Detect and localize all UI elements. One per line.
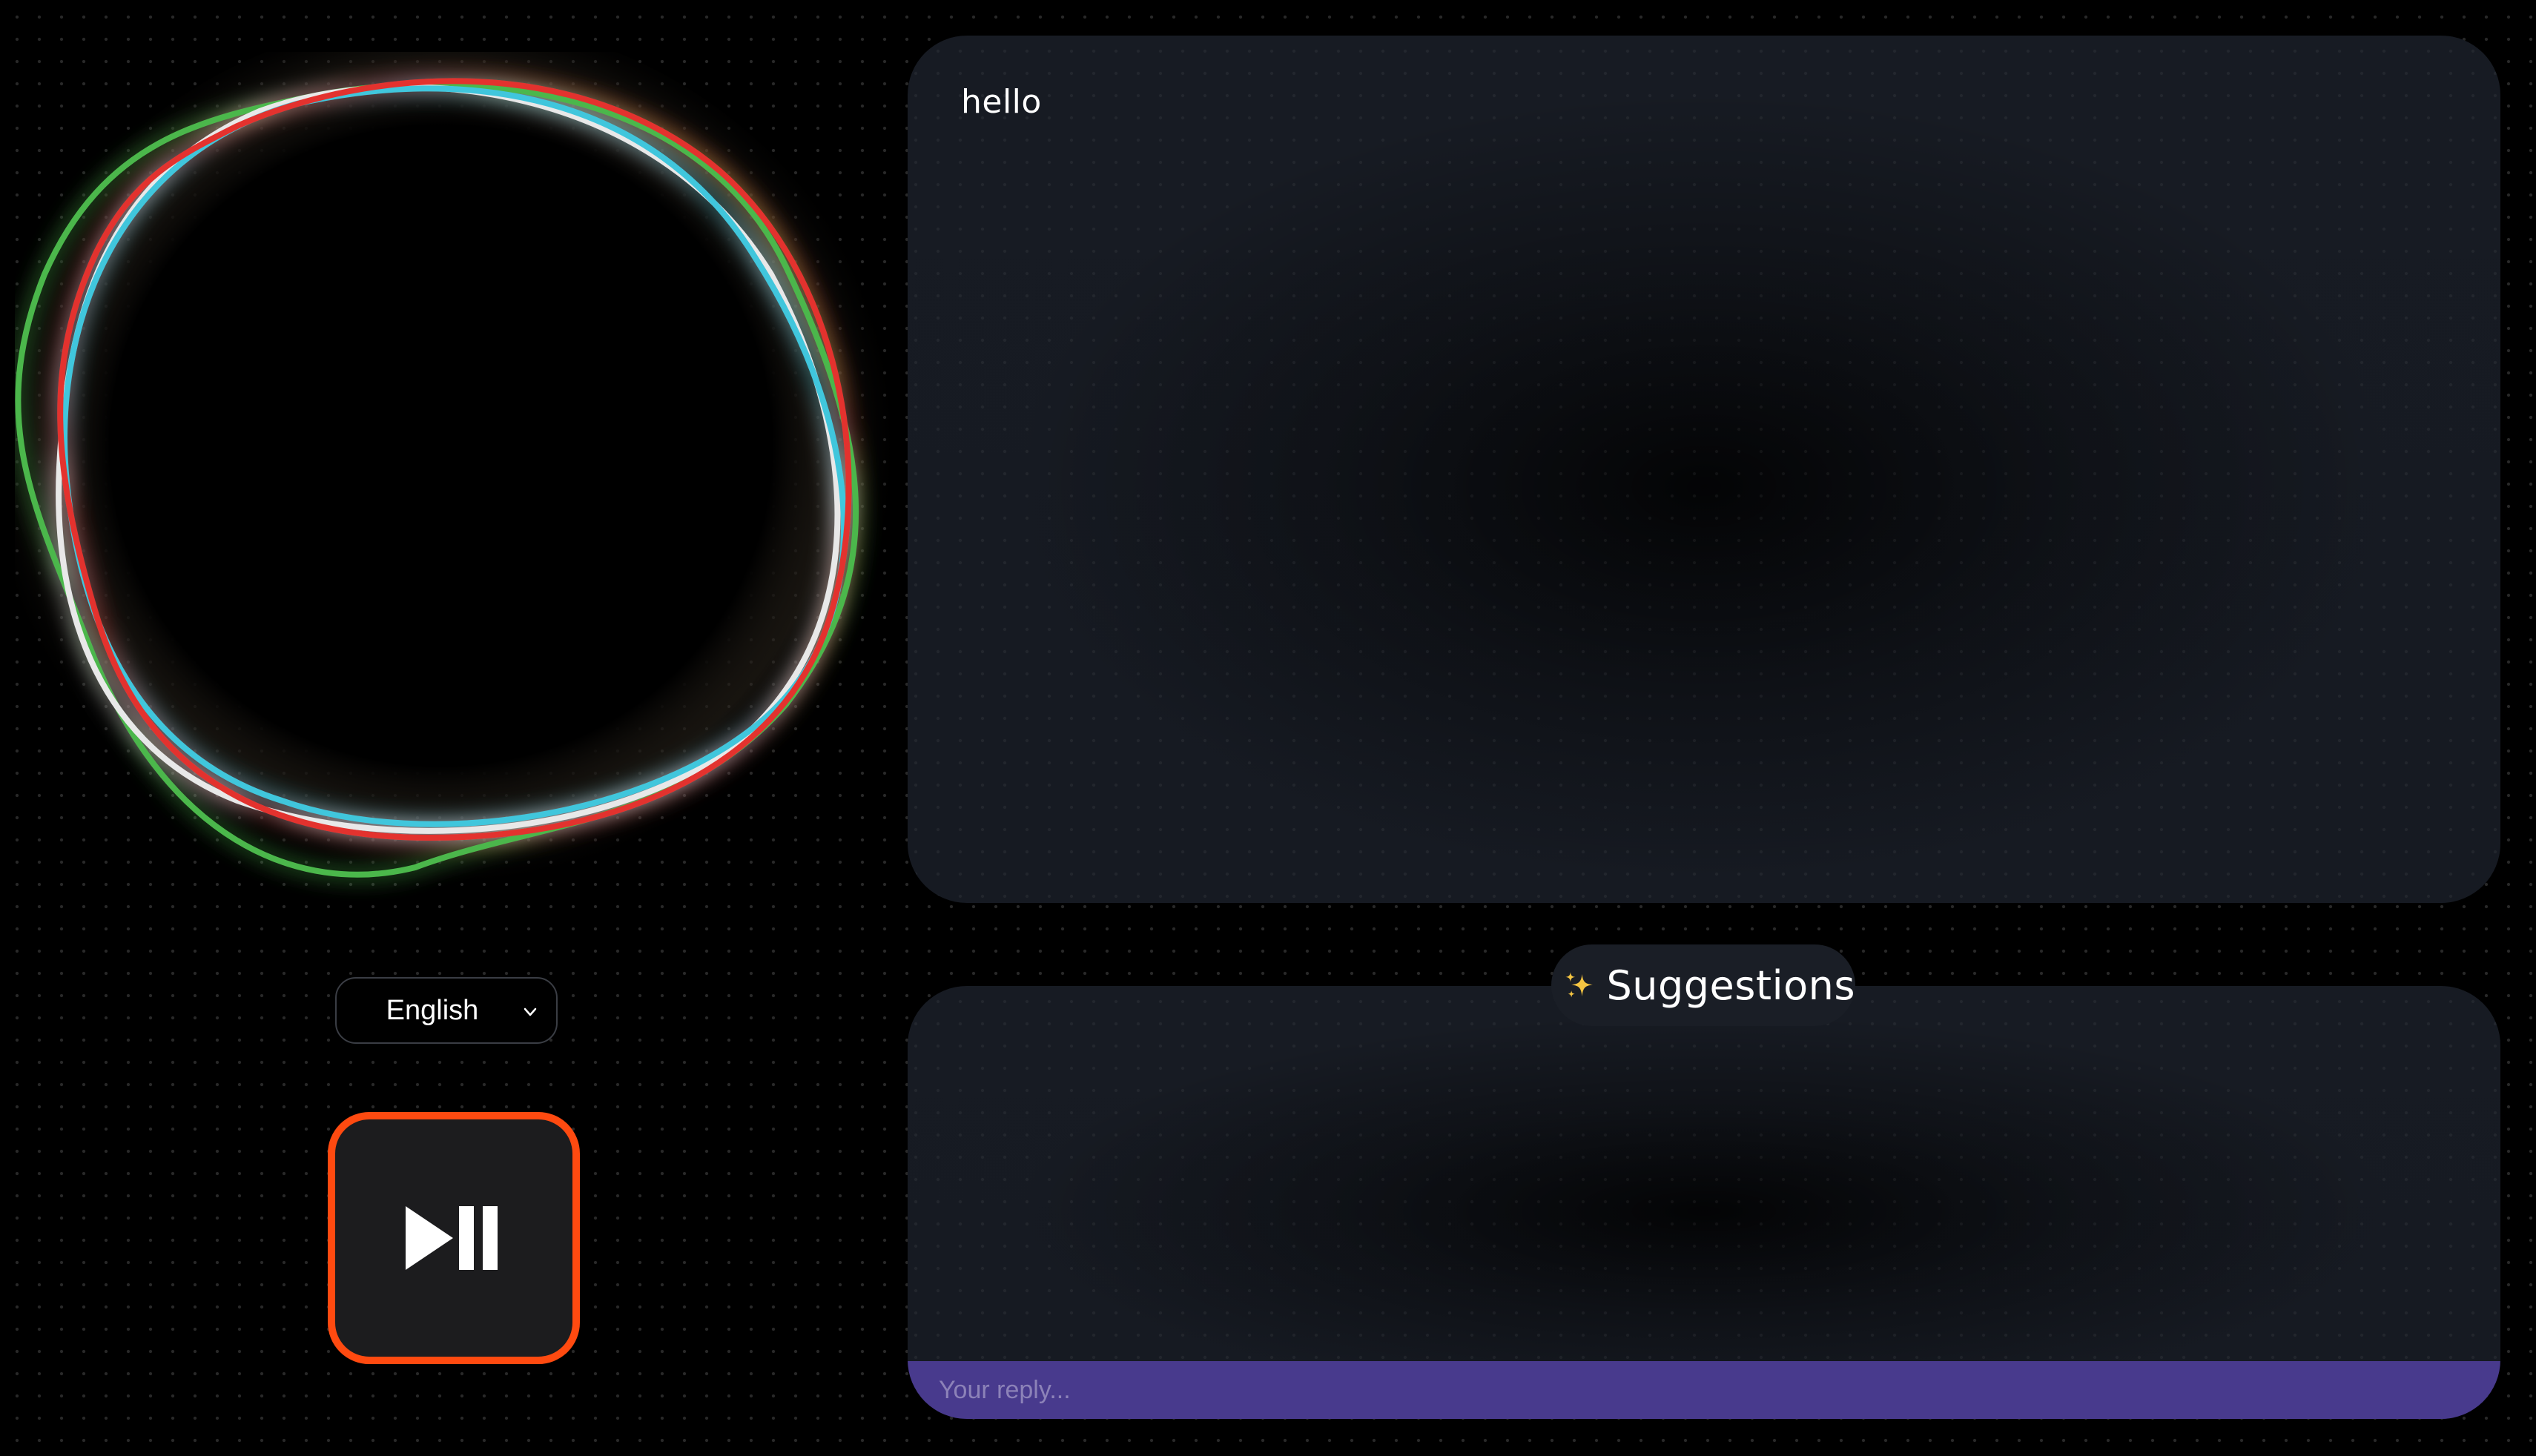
reply-bar[interactable] <box>908 1361 2500 1419</box>
play-pause-icon <box>406 1206 498 1270</box>
suggestions-badge: Suggestions <box>1551 944 1855 1026</box>
suggestions-label: Suggestions <box>1606 962 1855 1009</box>
transcript-text: hello <box>961 83 1042 121</box>
chevron-down-icon <box>524 1007 537 1016</box>
transcript-panel: hello <box>908 36 2500 903</box>
voice-visualizer <box>15 52 890 908</box>
panel-dot-pattern <box>908 986 2500 1419</box>
suggestions-panel <box>908 986 2500 1419</box>
play-pause-button[interactable] <box>328 1112 580 1364</box>
sparkles-icon <box>1565 972 1593 998</box>
panel-dot-pattern <box>908 36 2500 903</box>
reply-input[interactable] <box>937 1374 2500 1406</box>
language-select[interactable]: English <box>335 977 558 1044</box>
language-select-value: English <box>386 994 479 1026</box>
